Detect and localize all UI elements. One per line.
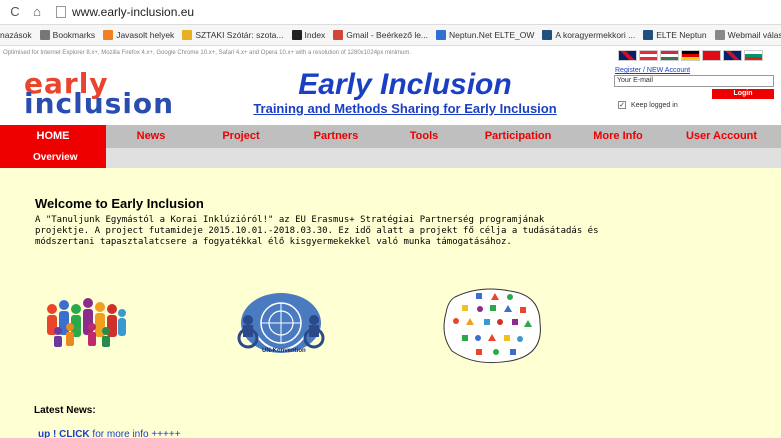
bookmark-item[interactable]: nazások — [0, 30, 32, 40]
bookmark-item[interactable]: Javasolt helyek — [103, 30, 174, 40]
keep-logged-in[interactable]: ✓ Keep logged in — [618, 101, 678, 109]
bookmark-item[interactable]: SZTAKI Szótár: szota... — [182, 30, 284, 40]
uk-flag[interactable] — [618, 50, 637, 61]
bookmark-label: Index — [304, 30, 326, 40]
bookmark-label: Webmail választás — [727, 30, 781, 40]
bookmark-label: Javasolt helyek — [116, 30, 175, 40]
turkey-flag[interactable] — [702, 50, 721, 61]
nav-user-account[interactable]: User Account — [662, 125, 781, 148]
nav-home[interactable]: HOME — [0, 125, 106, 148]
bookmark-favicon-icon — [436, 30, 447, 40]
latest-news-link[interactable]: up ! CLICK for more info +++++ — [38, 429, 181, 438]
bulgaria-flag[interactable] — [744, 50, 763, 61]
bookmark-item[interactable]: Neptun.Net ELTE_OW — [436, 30, 534, 40]
bookmark-label: Neptun.Net ELTE_OW — [449, 30, 535, 40]
latest-news-link-up[interactable]: up ! CLICK — [38, 429, 90, 438]
site-subtitle-link[interactable]: Training and Methods Sharing for Early I… — [210, 101, 600, 116]
site-logo[interactable]: early inclusion — [24, 70, 175, 120]
keep-logged-in-checkbox[interactable]: ✓ — [618, 101, 626, 109]
bookmark-label: Gmail - Beérkező le... — [346, 30, 429, 40]
bookmark-item[interactable]: Bookmarks — [39, 30, 96, 40]
bookmark-label: nazások — [0, 30, 32, 40]
site-title: Early Inclusion — [298, 68, 512, 101]
nav-tools[interactable]: Tools — [386, 125, 462, 148]
un-convention-logo: UN-Konvention — [232, 290, 330, 362]
bookmark-favicon-icon — [291, 30, 302, 40]
bookmark-label: ELTE Neptun — [656, 30, 707, 40]
latest-news-title: Latest News: — [34, 405, 96, 416]
welcome-title: Welcome to Early Inclusion — [35, 196, 204, 211]
bookmark-favicon-icon — [714, 30, 725, 40]
hungary-flag[interactable] — [660, 50, 679, 61]
refresh-icon[interactable]: C — [8, 5, 22, 19]
main-nav: HOME News Project Partners Tools Participatio… — [0, 125, 781, 148]
nav-project[interactable]: Project — [196, 125, 286, 148]
bookmark-favicon-icon — [182, 30, 193, 40]
bookmark-favicon-icon — [643, 30, 654, 40]
browser-address-bar: C ⌂ www.early-inclusion.eu — [0, 0, 781, 25]
sub-nav: Overview — [0, 148, 781, 168]
nav-more-info[interactable]: More Info — [574, 125, 662, 148]
bookmark-label: A koragyermekkori ... — [555, 30, 636, 40]
nav-news[interactable]: News — [106, 125, 196, 148]
email-field[interactable]: Your E-mail — [614, 75, 774, 87]
register-link[interactable]: Register / NEW Account — [615, 67, 690, 74]
bookmark-item[interactable]: ELTE Neptun — [643, 30, 707, 40]
language-flags — [618, 50, 763, 61]
nav-participation[interactable]: Participation — [462, 125, 574, 148]
bookmark-item[interactable]: Index — [291, 30, 326, 40]
logo-line-2: inclusion — [24, 87, 175, 120]
page-icon — [56, 6, 66, 18]
nav-partners[interactable]: Partners — [286, 125, 386, 148]
uk-flag-2[interactable] — [723, 50, 742, 61]
welcome-text: A "Tanuljunk Egymástól a Korai Inklúziór… — [35, 215, 599, 247]
subnav-overview[interactable]: Overview — [0, 148, 106, 168]
bookmark-label: Bookmarks — [52, 30, 96, 40]
austria-flag[interactable] — [639, 50, 658, 61]
germany-flag[interactable] — [681, 50, 700, 61]
home-icon[interactable]: ⌂ — [30, 5, 44, 19]
bookmark-favicon-icon — [103, 30, 114, 40]
bookmarks-bar: nazások Bookmarks Javasolt helyek SZTAKI Sz… — [0, 25, 781, 46]
un-label: UN-Konvention — [262, 348, 306, 354]
bookmark-item[interactable]: Webmail választás — [714, 30, 781, 40]
bookmark-favicon-icon — [39, 30, 50, 40]
people-illustration — [47, 298, 126, 347]
latest-news-link-rest: for more info +++++ — [89, 429, 181, 438]
bookmark-label: SZTAKI Szótár: szota... — [195, 30, 284, 40]
bookmark-favicon-icon — [542, 30, 553, 40]
bookmark-favicon-icon — [333, 30, 344, 40]
shapes-blob-illustration — [443, 288, 541, 364]
bookmark-item[interactable]: A koragyermekkori ... — [542, 30, 635, 40]
bookmark-item[interactable]: Gmail - Beérkező le... — [333, 30, 428, 40]
url-text[interactable]: www.early-inclusion.eu — [72, 5, 194, 19]
login-button[interactable]: Login — [712, 89, 774, 99]
keep-logged-in-label: Keep logged in — [631, 101, 678, 109]
